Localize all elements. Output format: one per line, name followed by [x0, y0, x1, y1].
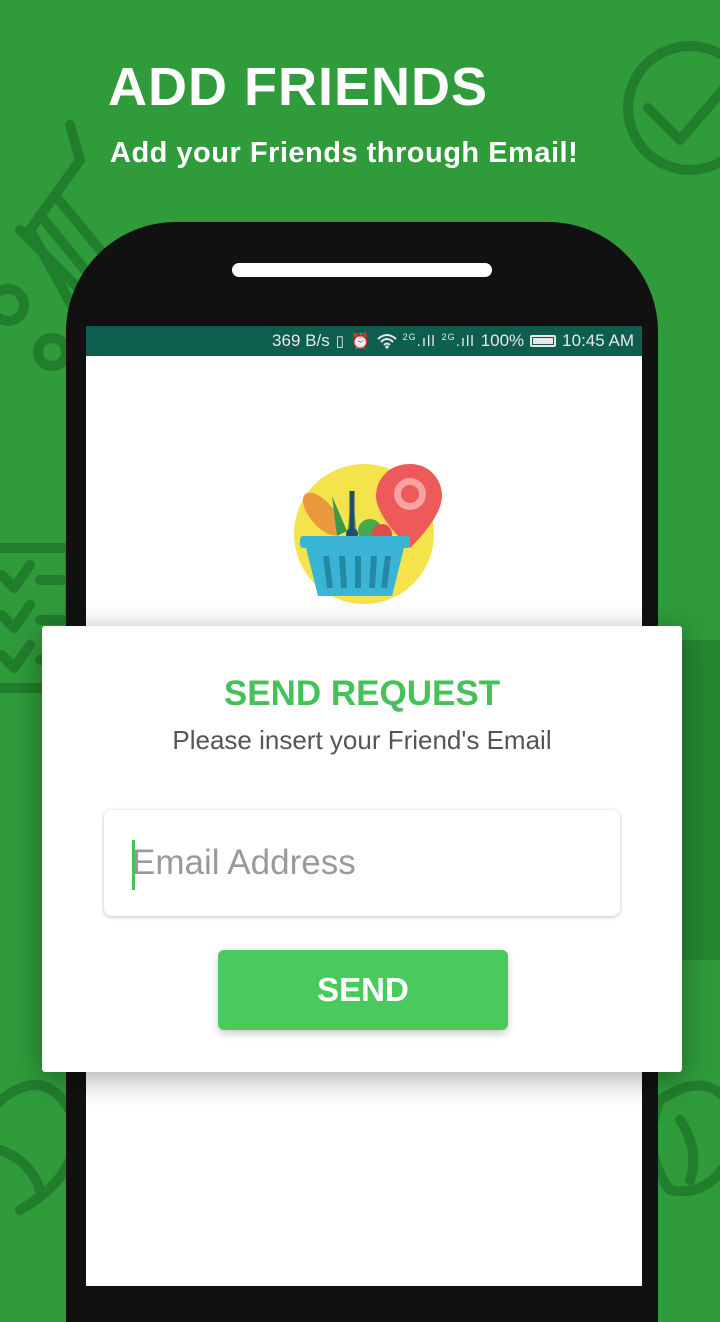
- email-field-container: [104, 810, 620, 916]
- email-field[interactable]: [132, 810, 602, 916]
- battery-icon: [530, 335, 557, 347]
- dialog-title: SEND REQUEST: [223, 674, 501, 713]
- phone-speaker: [232, 263, 492, 277]
- alarm-icon: ⏰: [350, 333, 371, 350]
- status-bar: 369 B/s ▯ ⏰ 2G.ıll 2G.ıll 100% 10:45 AM: [86, 326, 642, 356]
- network-speed: 369 B/s: [272, 331, 330, 350]
- battery-percent: 100%: [480, 331, 525, 350]
- checkmark-circle-icon: [623, 41, 720, 175]
- signal-icon: 2G.ıll: [402, 332, 436, 350]
- send-request-dialog: SEND REQUEST Please insert your Friend's…: [42, 626, 682, 1072]
- send-button[interactable]: SEND: [218, 950, 508, 1030]
- grocery-basket-logo: [294, 464, 442, 604]
- promo-subtitle: Add your Friends through Email!: [110, 137, 579, 169]
- promo-title: ADD FRIENDS: [108, 57, 489, 117]
- vibrate-icon: ▯: [335, 333, 345, 350]
- wifi-icon: [376, 334, 397, 349]
- dialog-subtitle: Please insert your Friend's Email: [172, 725, 552, 755]
- signal-icon-2: 2G.ıll: [441, 332, 475, 350]
- status-time: 10:45 AM: [562, 331, 634, 350]
